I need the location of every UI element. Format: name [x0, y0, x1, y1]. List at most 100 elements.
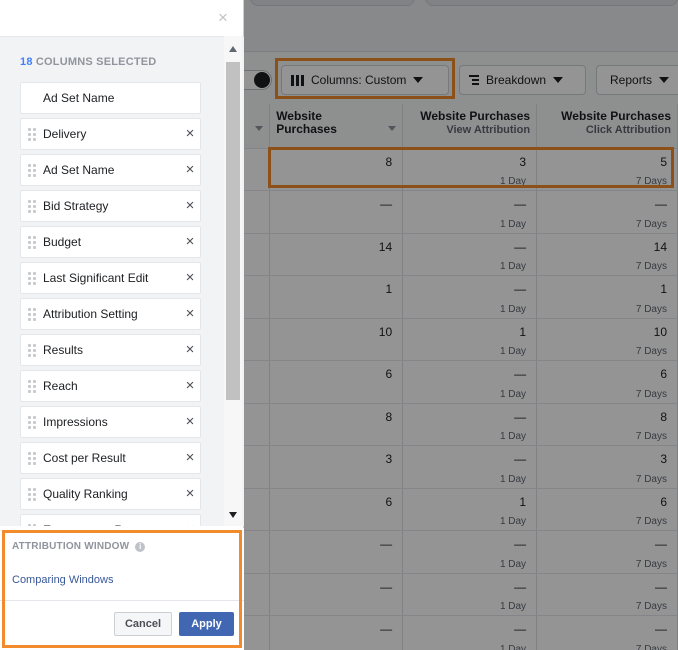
click-attribution-cell: — 7 Days [536, 615, 678, 650]
view-attribution-cell: — 1 Day [402, 190, 538, 234]
selected-column-item[interactable]: Results × [20, 334, 201, 366]
click-attribution-cell: — 7 Days [536, 530, 678, 574]
drag-handle-icon[interactable] [21, 379, 43, 393]
drag-handle-icon[interactable] [21, 127, 43, 141]
selected-column-item[interactable]: Impressions × [20, 406, 201, 438]
drag-handle-icon[interactable] [21, 163, 43, 177]
click-value: — [655, 579, 667, 594]
purchases-value: 8 [385, 409, 393, 424]
selected-column-item[interactable]: Reach × [20, 370, 201, 402]
selected-column-item[interactable]: Budget × [20, 226, 201, 258]
scrollbar-thumb[interactable] [226, 62, 240, 400]
remove-column-icon[interactable]: × [180, 486, 200, 501]
purchases-cell: — [269, 573, 404, 616]
chevron-down-icon [659, 77, 670, 83]
drag-handle-icon[interactable] [21, 487, 43, 501]
click-attribution-cell: 1 7 Days [536, 275, 678, 319]
click-window: 7 Days [635, 516, 667, 527]
purchases-cell: — [269, 615, 404, 650]
selected-column-item[interactable]: Cost per Result × [20, 442, 201, 474]
drag-handle-icon[interactable] [21, 415, 43, 429]
purchases-value: 3 [385, 452, 393, 466]
remove-column-icon[interactable]: × [180, 450, 200, 465]
purchases-value: 14 [378, 239, 393, 254]
purchases-value: — [380, 197, 393, 211]
view-window: 1 Day [499, 431, 527, 442]
view-value: — [514, 579, 527, 594]
sort-caret-icon[interactable] [388, 126, 397, 131]
column-item-label: Quality Ranking [43, 487, 128, 501]
column-header-website-purchases[interactable]: Website Purchases [269, 104, 404, 149]
click-value: 6 [660, 367, 667, 381]
purchases-value: 6 [385, 367, 393, 381]
column-header-click-attribution[interactable]: Website Purchases Click Attribution [536, 104, 678, 149]
view-window: 1 Day [499, 218, 527, 230]
selected-count: 18 [20, 56, 33, 68]
drag-handle-icon[interactable] [21, 271, 43, 285]
breakdown-button[interactable]: Breakdown [459, 65, 586, 95]
click-attribution-cell: 8 7 Days [536, 403, 678, 446]
close-icon[interactable]: × [218, 8, 228, 28]
view-window: 1 Day [499, 601, 527, 612]
column-item-label: Engagement Rate [43, 523, 180, 526]
click-window: 7 Days [635, 388, 667, 400]
remove-column-icon[interactable]: × [180, 270, 200, 285]
selected-column-item[interactable]: Attribution Setting × [20, 298, 201, 330]
sort-caret-icon[interactable] [255, 126, 264, 131]
view-attribution-cell: — 1 Day [402, 530, 538, 574]
click-value: 1 [660, 282, 667, 296]
scroll-down-icon[interactable] [229, 512, 237, 518]
drag-handle-icon[interactable] [21, 523, 43, 526]
click-value: — [655, 537, 667, 551]
remove-column-icon[interactable]: × [180, 378, 200, 393]
click-attribution-cell: 10 7 Days [536, 318, 678, 361]
remove-column-icon[interactable]: × [180, 162, 200, 177]
remove-column-icon[interactable]: × [180, 198, 200, 213]
column-item-label: Impressions [43, 415, 108, 429]
reports-button[interactable]: Reports [596, 65, 678, 95]
purchases-cell: 14 [269, 233, 404, 276]
top-tab[interactable] [425, 0, 678, 6]
click-attribution-cell: 6 7 Days [536, 488, 678, 531]
remove-column-icon[interactable]: × [180, 126, 200, 141]
view-value: — [514, 197, 527, 211]
view-attribution-cell: — 1 Day [402, 403, 538, 446]
purchases-cell: 10 [269, 318, 404, 361]
remove-column-icon[interactable]: × [180, 414, 200, 429]
click-window: 7 Days [635, 261, 667, 272]
remove-column-icon[interactable]: × [180, 306, 200, 321]
selected-column-item[interactable]: Ad Set Name × [20, 154, 201, 186]
selected-column-item[interactable]: Quality Ranking × [20, 478, 201, 510]
column-header-view-attribution[interactable]: Website Purchases View Attribution [402, 104, 538, 149]
selected-columns-header: 18 COLUMNS SELECTED [20, 56, 156, 68]
click-window: 7 Days [635, 218, 667, 230]
click-window: 7 Days [635, 431, 667, 442]
view-window: 1 Day [499, 473, 527, 485]
remove-column-icon[interactable]: × [180, 342, 200, 357]
click-value: 6 [660, 494, 667, 509]
selected-column-item[interactable]: Ad Set Name [20, 82, 201, 114]
drag-handle-icon[interactable] [21, 451, 43, 465]
selected-column-item[interactable]: Bid Strategy × [20, 190, 201, 222]
column-header-subtitle: View Attribution [446, 124, 531, 136]
view-attribution-cell: — 1 Day [402, 615, 538, 650]
selected-column-item[interactable]: Delivery × [20, 118, 201, 150]
drag-handle-icon[interactable] [21, 307, 43, 321]
selected-label: COLUMNS SELECTED [35, 56, 157, 68]
drag-handle-icon[interactable] [21, 199, 43, 213]
view-value: — [514, 282, 527, 296]
selected-column-item[interactable]: Engagement Rate× [20, 514, 201, 526]
column-item-label: Results [43, 343, 84, 357]
drag-handle-icon[interactable] [21, 235, 43, 249]
scrollbar[interactable] [224, 36, 242, 526]
view-value: — [514, 409, 527, 424]
drag-handle-icon[interactable] [21, 343, 43, 357]
remove-column-icon[interactable]: × [180, 234, 200, 249]
column-item-label: Ad Set Name [43, 91, 115, 105]
remove-column-icon[interactable]: × [180, 522, 200, 526]
scroll-up-icon[interactable] [229, 46, 237, 52]
top-tab[interactable] [250, 0, 415, 6]
selected-column-item[interactable]: Last Significant Edit × [20, 262, 201, 294]
column-item-label: Delivery [43, 127, 87, 141]
purchases-value: 6 [385, 494, 393, 509]
